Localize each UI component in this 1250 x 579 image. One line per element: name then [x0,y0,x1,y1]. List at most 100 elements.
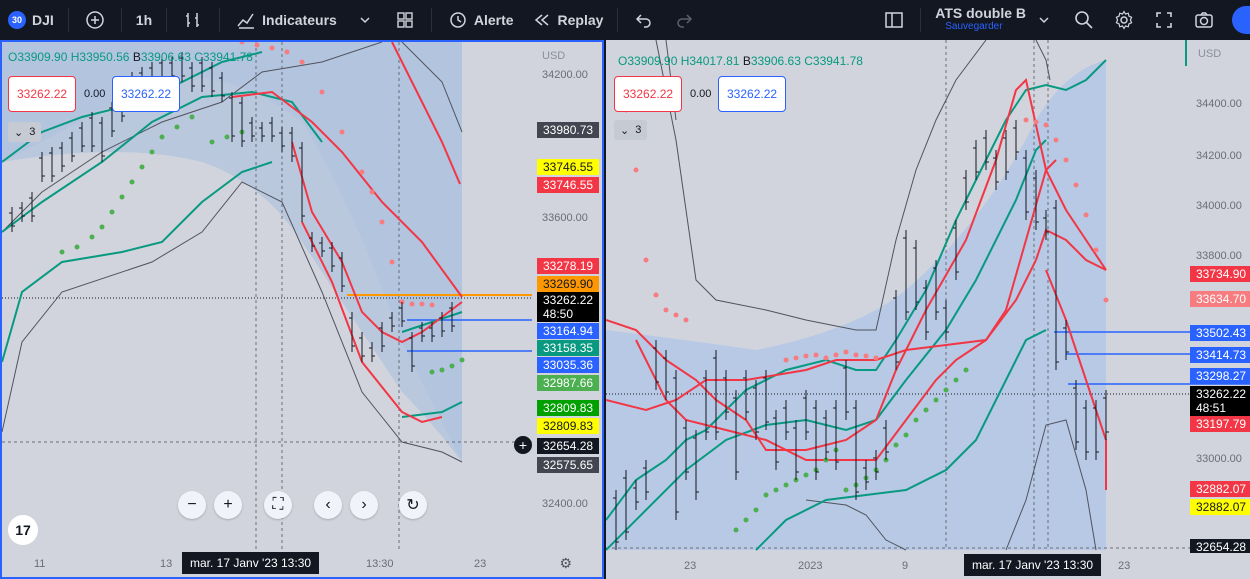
sar-dot [963,367,969,373]
layout-select-button[interactable] [874,0,914,40]
reset-chart-button[interactable]: ↻ [399,491,427,519]
sell-button[interactable]: 33262.22 [614,76,683,112]
sar-dot [1103,297,1109,303]
spread-value: 0.00 [84,88,106,100]
alert-icon [446,8,470,32]
sar-dot [853,352,859,358]
publish-button[interactable] [1224,0,1250,40]
undo-button[interactable] [624,0,664,40]
sar-dot [923,407,929,413]
sar-dot [793,355,799,361]
sar-dot [284,49,290,55]
sar-dot [1093,247,1099,253]
minus-icon: − [187,496,197,513]
sar-dot [74,244,80,250]
camera-icon [1192,8,1216,32]
layout-name: ATS double B Sauvegarder [935,6,1026,34]
zoom-out-button[interactable]: − [178,491,206,519]
sar-dot [89,234,95,240]
sar-dot [663,307,669,313]
scroll-right-button[interactable]: › [350,491,378,519]
interval-button[interactable]: 1h [128,0,160,40]
buy-button[interactable]: 33262.22 [718,76,787,112]
bar-countdown: 48:51 [1196,401,1227,415]
indicators-dropdown[interactable] [345,0,385,40]
sar-dot [1043,122,1049,128]
sar-dot [783,482,789,488]
ohlc-legend: O33909.90 H33950.56 B33906.63 C33941.78 [8,50,253,64]
price-label: 33980.73 [537,122,600,138]
bar-style-button[interactable] [173,0,213,40]
replay-button[interactable]: Replay [522,0,612,40]
settings-button[interactable] [1104,0,1144,40]
add-order-icon[interactable]: + [514,436,532,454]
sar-dot [254,42,260,48]
alert-button[interactable]: Alerte [438,0,522,40]
snapshot-button[interactable] [1184,0,1224,40]
price-label: 33634.70 [1190,291,1250,307]
sar-dot [389,259,395,265]
low-value: 33906.63 [750,54,801,68]
chart-canvas-left[interactable] [2,42,602,577]
layout-name-button[interactable]: ATS double B Sauvegarder [927,0,1064,40]
chart-pane-left[interactable]: O33909.90 H33950.56 B33906.63 C33941.78 … [0,40,604,579]
price-label: 32809.83 [537,418,600,434]
time-axis-tick: 9 [902,560,909,572]
sar-dot [269,45,275,51]
sar-dot [893,442,899,448]
price-label: 33158.35 [537,340,600,356]
divider [166,8,168,32]
fit-screen-button[interactable]: ⛶ [264,491,292,519]
ohlc-legend: O33909.90 H34017.81 B33906.63 C33941.78 [618,54,863,68]
settings-icon [1112,8,1136,32]
low-value: 33906.63 [140,50,191,64]
plus-icon: + [223,496,233,513]
templates-button[interactable] [385,0,425,40]
buy-button[interactable]: 33262.22 [112,76,181,112]
search-button[interactable] [1064,0,1104,40]
bar-countdown: 48:50 [543,307,574,321]
templates-icon [393,8,417,32]
sar-dot [149,149,155,155]
sar-dot [683,317,689,323]
price-label: 32575.65 [537,457,600,473]
price-label: 33164.94 [537,323,600,339]
divider [430,8,432,32]
chevron-left-icon: ‹ [325,496,331,513]
crosshair-time-label: mar. 17 Janv '23 13:30 [182,552,320,574]
chart-pane-right[interactable]: O33909.90 H34017.81 B33906.63 C33941.78 … [606,40,1250,579]
fullscreen-button[interactable] [1144,0,1184,40]
chart-canvas-right[interactable] [606,40,1250,579]
price-axis-tick: 34400.00 [1196,98,1242,110]
indicators-button[interactable]: Indicateurs [226,0,345,40]
redo-icon [672,8,696,32]
low-marker: B [132,50,141,64]
currency-label[interactable]: USD [1198,48,1221,60]
sar-dot [633,167,639,173]
settings-icon[interactable]: ⚙ [559,555,572,572]
redo-button[interactable] [664,0,704,40]
sar-dot [429,369,435,375]
price-axis-tick: 32400.00 [542,498,588,510]
scroll-left-button[interactable]: ‹ [314,491,342,519]
symbol-badge: 30 [8,11,26,29]
sar-dot [763,492,769,498]
fullscreen-icon: ⛶ [272,496,284,513]
sar-dot [299,59,305,65]
legend-collapse-button[interactable]: ⌄ 3 [8,122,42,142]
sar-dot [843,349,849,355]
time-axis-right[interactable]: 23 2023 9 23 mar. 17 Janv '23 13:30 [606,553,1250,579]
hidden-indicators-count: 3 [635,124,642,136]
symbol-search[interactable]: 30 DJI [0,0,62,40]
time-axis-left[interactable]: 11 13 13:30 23 mar. 17 Janv '23 13:30 ⚙ [2,551,602,577]
layout-save-status: Sauvegarder [945,21,1003,32]
zoom-in-button[interactable]: + [214,491,242,519]
sar-dot [753,507,759,513]
legend-collapse-button[interactable]: ⌄ 3 [614,120,648,140]
tradingview-logo[interactable]: 17 [8,515,38,545]
sar-dot [813,352,819,358]
sell-button[interactable]: 33262.22 [8,76,77,112]
price-label: 32882.07 [1190,481,1250,497]
currency-label[interactable]: USD [542,50,565,62]
compare-button[interactable] [75,0,115,40]
